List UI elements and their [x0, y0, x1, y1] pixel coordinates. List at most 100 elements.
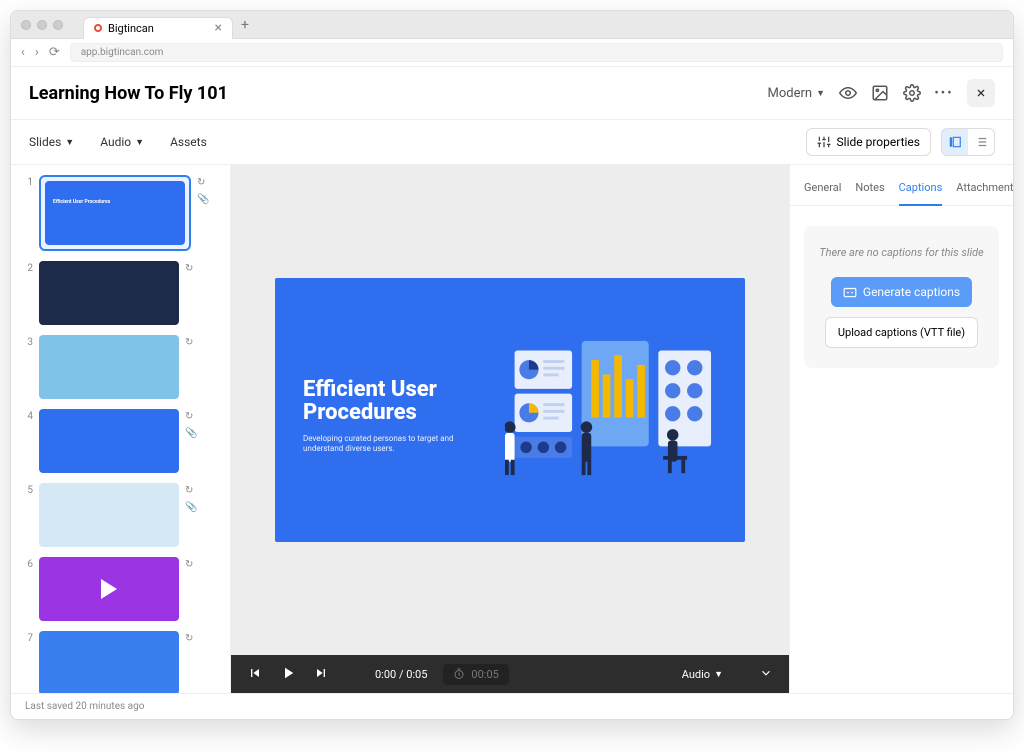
time-display: 0:00 / 0:05 [375, 668, 427, 681]
properties-panel: General Notes Captions Attachment There … [789, 165, 1013, 693]
tab-slides[interactable]: Slides ▼ [29, 135, 74, 149]
attachment-icon[interactable]: 📎 [185, 428, 197, 439]
next-button[interactable] [313, 665, 329, 684]
view-list-toggle[interactable] [968, 129, 994, 155]
audio-menu[interactable]: Audio ▼ [682, 668, 723, 681]
slide-thumb-3[interactable]: 3 ↻ [23, 335, 218, 399]
generate-captions-button[interactable]: Generate captions [831, 277, 972, 307]
slide-panel[interactable]: 1 Efficient User Procedures ↻ 📎 2 ↻ 3 ↻ [11, 165, 231, 693]
view-panel-toggle[interactable] [942, 129, 968, 155]
tab-captions[interactable]: Captions [899, 175, 943, 206]
slide-thumb-2[interactable]: 2 ↻ [23, 261, 218, 325]
current-slide: Efficient User Procedures Developing cur… [275, 278, 745, 542]
slide-title: Efficient User Procedures [303, 378, 437, 424]
thumbnail [39, 261, 179, 325]
refresh-icon[interactable]: ↻ [185, 633, 193, 644]
button-label: Generate captions [863, 285, 960, 299]
attachment-icon[interactable]: 📎 [185, 502, 197, 513]
chevron-down-icon: ▼ [714, 669, 723, 680]
slide-number: 5 [23, 483, 33, 547]
refresh-icon[interactable]: ↻ [185, 485, 197, 496]
slide-subtitle: Developing curated personas to target an… [303, 434, 463, 455]
chevron-down-icon: ▼ [135, 137, 144, 148]
favicon-icon [94, 24, 102, 32]
minimize-light[interactable] [37, 20, 47, 30]
header-actions: Modern ▼ ••• [768, 79, 996, 107]
url-field[interactable]: app.bigtincan.com [70, 43, 1003, 62]
footer: Last saved 20 minutes ago [11, 693, 1013, 719]
image-icon[interactable] [871, 84, 889, 102]
refresh-icon[interactable]: ↻ [197, 177, 209, 188]
tab-general[interactable]: General [804, 175, 841, 205]
tab-label: Slides [29, 135, 61, 149]
theme-label: Modern [768, 86, 813, 101]
forward-button[interactable]: › [35, 45, 39, 60]
slide-thumb-5[interactable]: 5 ↻ 📎 [23, 483, 218, 547]
play-button[interactable] [279, 664, 297, 685]
chevron-down-icon: ▼ [65, 137, 74, 148]
slide-illustration [505, 318, 735, 498]
tab-title: Bigtincan [108, 22, 154, 35]
refresh-icon[interactable]: ↻ [185, 559, 193, 570]
upload-captions-button[interactable]: Upload captions (VTT file) [825, 317, 978, 348]
slide-thumb-6[interactable]: 6 ↻ [23, 557, 218, 621]
slide-thumb-7[interactable]: 7 ↻ [23, 631, 218, 693]
tab-close-icon[interactable]: × [215, 20, 222, 36]
tab-attachment[interactable]: Attachment [956, 175, 1013, 205]
settings-icon[interactable] [903, 84, 921, 102]
tab-assets[interactable]: Assets [170, 135, 207, 149]
player-bar: 0:00 / 0:05 00:05 Audio ▼ [231, 655, 789, 693]
slide-number: 4 [23, 409, 33, 473]
tool-tabs: Slides ▼ Audio ▼ Assets [29, 135, 207, 149]
tab-audio[interactable]: Audio ▼ [100, 135, 144, 149]
tab-notes[interactable]: Notes [855, 175, 884, 205]
view-toggle [941, 128, 995, 156]
app-header: Learning How To Fly 101 Modern ▼ ••• [11, 67, 1013, 120]
toolbar-right: Slide properties [806, 128, 995, 156]
page-title: Learning How To Fly 101 [29, 83, 228, 104]
prev-button[interactable] [247, 665, 263, 684]
traffic-lights [21, 20, 63, 30]
timer-box[interactable]: 00:05 [443, 664, 508, 685]
new-tab-button[interactable]: + [241, 17, 249, 33]
toolbar: Slides ▼ Audio ▼ Assets Slide properties [11, 120, 1013, 165]
preview-icon[interactable] [839, 84, 857, 102]
main-area: 1 Efficient User Procedures ↻ 📎 2 ↻ 3 ↻ [11, 165, 1013, 693]
close-button[interactable] [967, 79, 995, 107]
more-icon[interactable]: ••• [935, 84, 953, 102]
attachment-icon[interactable]: 📎 [197, 194, 209, 205]
panel-body: There are no captions for this slide Gen… [790, 206, 1013, 388]
thumbnail [39, 409, 179, 473]
tab-label: Audio [100, 135, 131, 149]
audio-label: Audio [682, 668, 710, 681]
play-icon [101, 579, 117, 599]
slide-number: 7 [23, 631, 33, 693]
refresh-icon[interactable]: ↻ [185, 337, 193, 348]
browser-tab[interactable]: Bigtincan × [83, 17, 233, 39]
close-light[interactable] [21, 20, 31, 30]
thumbnail [39, 335, 179, 399]
reload-button[interactable]: ⟳ [49, 45, 60, 60]
slide-thumb-4[interactable]: 4 ↻ 📎 [23, 409, 218, 473]
captions-box: There are no captions for this slide Gen… [804, 226, 999, 368]
back-button[interactable]: ‹ [21, 45, 25, 60]
button-label: Slide properties [837, 135, 920, 149]
refresh-icon[interactable]: ↻ [185, 263, 193, 274]
slide-number: 3 [23, 335, 33, 399]
app-window: Bigtincan × + ‹ › ⟳ app.bigtincan.com Le… [10, 10, 1014, 720]
slide-number: 2 [23, 261, 33, 325]
stage-canvas[interactable]: Efficient User Procedures Developing cur… [231, 165, 789, 655]
slide-properties-button[interactable]: Slide properties [806, 128, 931, 156]
chevron-down-icon: ▼ [816, 88, 825, 99]
slide-thumb-1[interactable]: 1 Efficient User Procedures ↻ 📎 [23, 175, 218, 251]
thumbnail [39, 483, 179, 547]
refresh-icon[interactable]: ↻ [185, 411, 197, 422]
theme-selector[interactable]: Modern ▼ [768, 86, 826, 101]
zoom-light[interactable] [53, 20, 63, 30]
last-saved-text: Last saved 20 minutes ago [25, 701, 144, 712]
stage: Efficient User Procedures Developing cur… [231, 165, 789, 693]
collapse-button[interactable] [759, 666, 773, 683]
empty-captions-text: There are no captions for this slide [816, 246, 987, 259]
tab-label: Assets [170, 135, 207, 149]
panel-tabs: General Notes Captions Attachment [790, 175, 1013, 206]
